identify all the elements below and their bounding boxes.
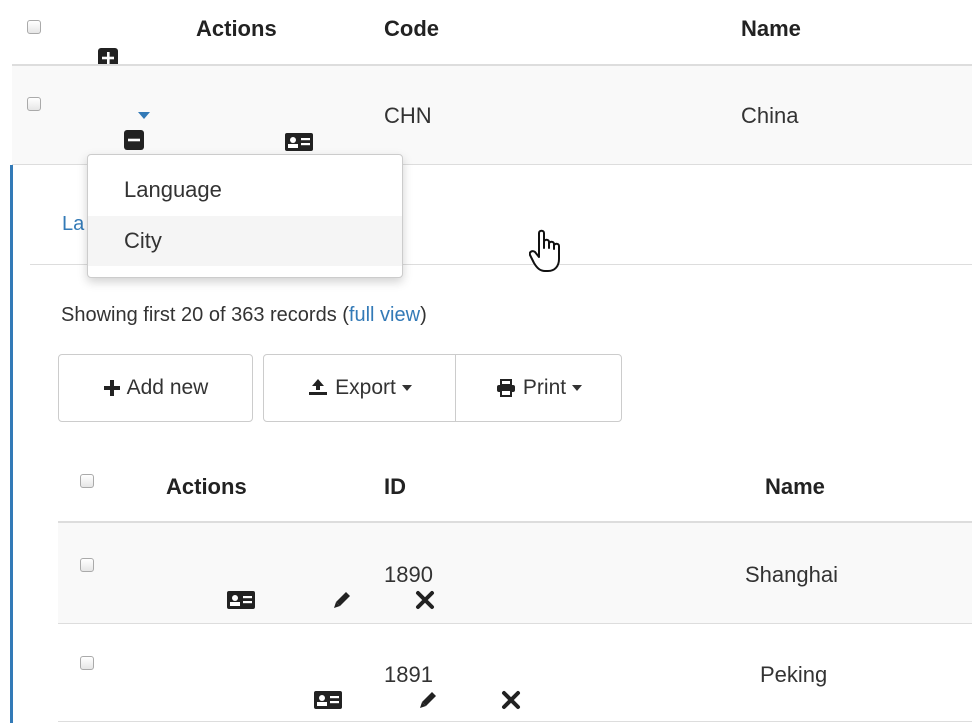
menu-item-language-label: Language xyxy=(124,177,222,202)
row-divider xyxy=(58,721,972,722)
delete-close-icon[interactable] xyxy=(501,690,521,716)
child-select-all-checkbox[interactable] xyxy=(80,474,94,488)
row-checkbox[interactable] xyxy=(27,97,41,111)
edit-pencil-icon[interactable] xyxy=(333,590,351,616)
export-button[interactable]: Export xyxy=(263,354,456,422)
select-all-checkbox[interactable] xyxy=(27,20,41,34)
menu-item-city-label: City xyxy=(124,228,162,253)
caret-down-icon[interactable] xyxy=(138,112,150,119)
export-caret-icon xyxy=(401,385,412,391)
cell-name: Shanghai xyxy=(745,562,838,587)
add-new-label: Add new xyxy=(126,376,209,399)
view-id-card-icon[interactable] xyxy=(226,590,256,616)
child-header-name[interactable]: Name xyxy=(765,474,825,500)
print-caret-icon xyxy=(572,385,583,391)
view-id-card-icon[interactable] xyxy=(313,690,343,716)
tab-language-partial[interactable]: La xyxy=(62,213,84,236)
cell-name: Peking xyxy=(760,662,828,687)
detail-panel-border xyxy=(10,165,13,723)
header-actions: Actions xyxy=(196,16,277,41)
detail-dropdown-menu: Language City xyxy=(87,154,403,278)
cell-code: CHN xyxy=(384,103,432,128)
header-name[interactable]: Name xyxy=(741,16,801,42)
export-label: Export xyxy=(335,376,396,399)
print-icon xyxy=(496,379,515,397)
row-checkbox[interactable] xyxy=(80,656,94,670)
header-code[interactable]: Code xyxy=(384,16,439,42)
summary-suffix: ) xyxy=(420,304,427,326)
plus-icon xyxy=(103,380,120,396)
print-button[interactable]: Print xyxy=(455,354,622,422)
row-divider xyxy=(58,623,972,624)
menu-item-language[interactable]: Language xyxy=(88,165,402,215)
child-header-actions: Actions xyxy=(166,474,247,499)
print-label: Print xyxy=(522,376,567,399)
cell-name: China xyxy=(741,103,799,128)
child-header-id[interactable]: ID xyxy=(384,474,406,500)
add-new-button[interactable]: Add new xyxy=(58,354,253,422)
delete-close-icon[interactable] xyxy=(415,590,435,616)
summary-prefix: Showing first 20 of 363 records ( xyxy=(61,304,349,326)
cell-id: 1890 xyxy=(384,562,433,587)
full-view-link[interactable]: full view xyxy=(349,304,420,326)
hand-cursor-icon xyxy=(528,229,565,279)
cell-id: 1891 xyxy=(384,662,433,687)
table-row-china xyxy=(12,66,972,164)
collapse-minus-icon[interactable] xyxy=(124,130,145,150)
summary-text: Showing first 20 of 363 records (full vi… xyxy=(61,304,427,327)
edit-pencil-icon[interactable] xyxy=(419,690,437,716)
export-icon xyxy=(309,379,328,395)
row-checkbox[interactable] xyxy=(80,558,94,572)
menu-item-city[interactable]: City xyxy=(88,216,402,266)
